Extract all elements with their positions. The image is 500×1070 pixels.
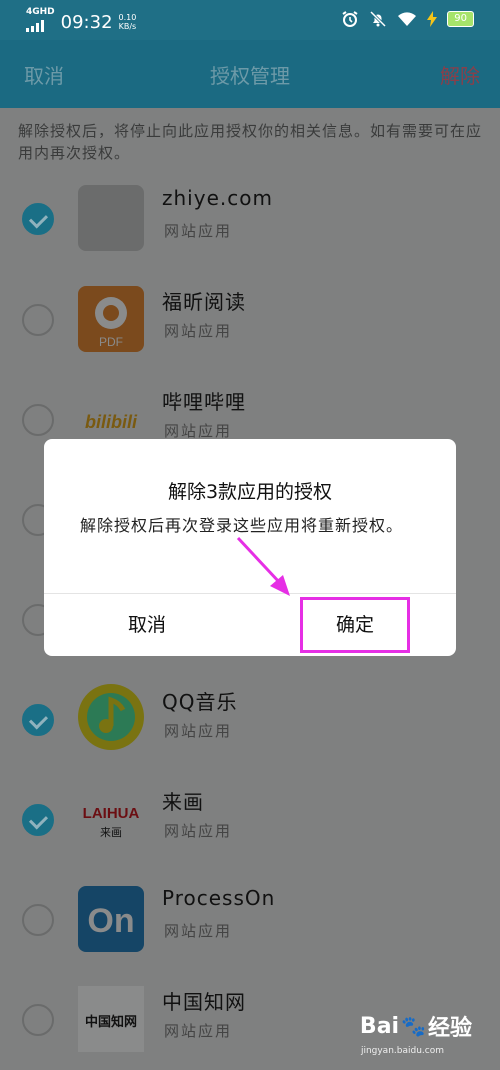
watermark-brand-prefix: Bai bbox=[359, 1013, 400, 1039]
annotation-arrow-icon bbox=[236, 536, 290, 596]
watermark-brand-suffix: 经验 bbox=[427, 1016, 472, 1041]
watermark-url: jingyan.baidu.com bbox=[360, 1046, 444, 1056]
paw-icon: 🐾 bbox=[401, 1014, 426, 1038]
baidu-jingyan-watermark: Bai 🐾 经验 bbox=[360, 1010, 472, 1042]
